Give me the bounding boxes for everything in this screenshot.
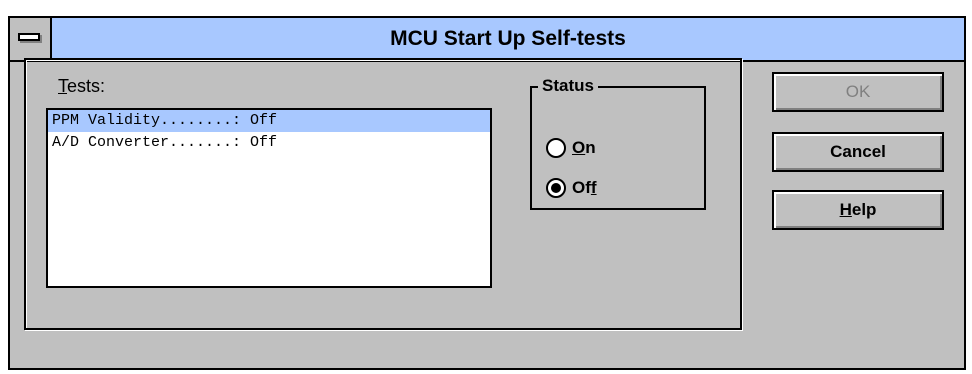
cancel-button[interactable]: Cancel: [772, 132, 944, 172]
radio-on[interactable]: On: [546, 138, 596, 158]
ok-button[interactable]: OK: [772, 72, 944, 112]
system-menu-button[interactable]: [10, 18, 52, 60]
window-title: MCU Start Up Self-tests: [390, 27, 626, 50]
radio-selected-dot-icon: [551, 183, 561, 193]
status-legend: Status: [538, 76, 598, 96]
radio-on-label: On: [572, 138, 596, 157]
radio-on-circle[interactable]: [546, 138, 566, 158]
list-item-ad-converter[interactable]: A/D Converter.......: Off: [48, 132, 490, 154]
radio-off-label: Off: [572, 178, 597, 197]
radio-off[interactable]: Off: [546, 178, 597, 198]
help-button[interactable]: Help: [772, 190, 944, 230]
tests-listbox[interactable]: PPM Validity........: Off A/D Converter.…: [46, 108, 492, 288]
list-item-ppm-validity[interactable]: PPM Validity........: Off: [48, 110, 490, 132]
system-menu-icon: [18, 33, 40, 41]
title-bar[interactable]: MCU Start Up Self-tests: [10, 18, 964, 62]
tests-label: Tests:: [58, 76, 106, 96]
radio-off-circle[interactable]: [546, 178, 566, 198]
